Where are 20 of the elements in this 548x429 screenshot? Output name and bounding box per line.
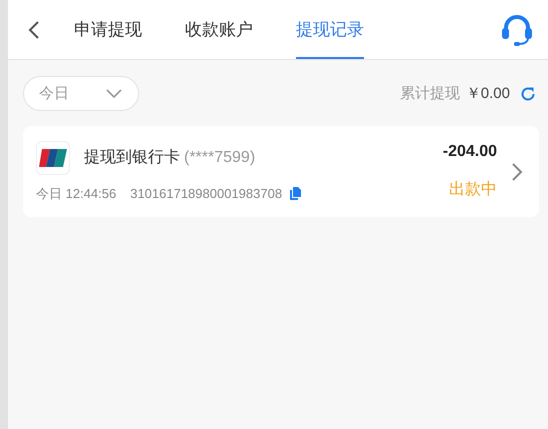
back-icon [28, 20, 40, 40]
bank-card-logo-icon [36, 140, 70, 174]
record-time: 今日 12:44:56 [36, 184, 116, 202]
refresh-icon [520, 86, 536, 102]
record-status: 出款中 [449, 180, 497, 200]
record-title: 提现到银行卡 [84, 148, 180, 168]
account-number: (****7599) [184, 148, 256, 166]
record-amount: -204.00 [442, 143, 497, 161]
chevron-right-icon [511, 162, 523, 182]
record-card[interactable]: 提现到银行卡 (****7599) 今日 12:44:56 310161718980001983708 -204.00 出款中 [23, 126, 539, 217]
tab[interactable]: 申请提现 [74, 0, 142, 59]
total-amount: ￥0.00 [466, 84, 510, 103]
refresh-button[interactable] [520, 86, 536, 102]
chevron-down-icon [106, 89, 122, 98]
headset-icon [500, 12, 534, 46]
copy-icon[interactable] [290, 187, 302, 200]
order-number: 310161718980001983708 [130, 186, 282, 201]
tab[interactable]: 提现记录 [296, 0, 364, 59]
total-label: 累计提现 [400, 84, 460, 103]
tab[interactable]: 收款账户 [185, 0, 253, 59]
